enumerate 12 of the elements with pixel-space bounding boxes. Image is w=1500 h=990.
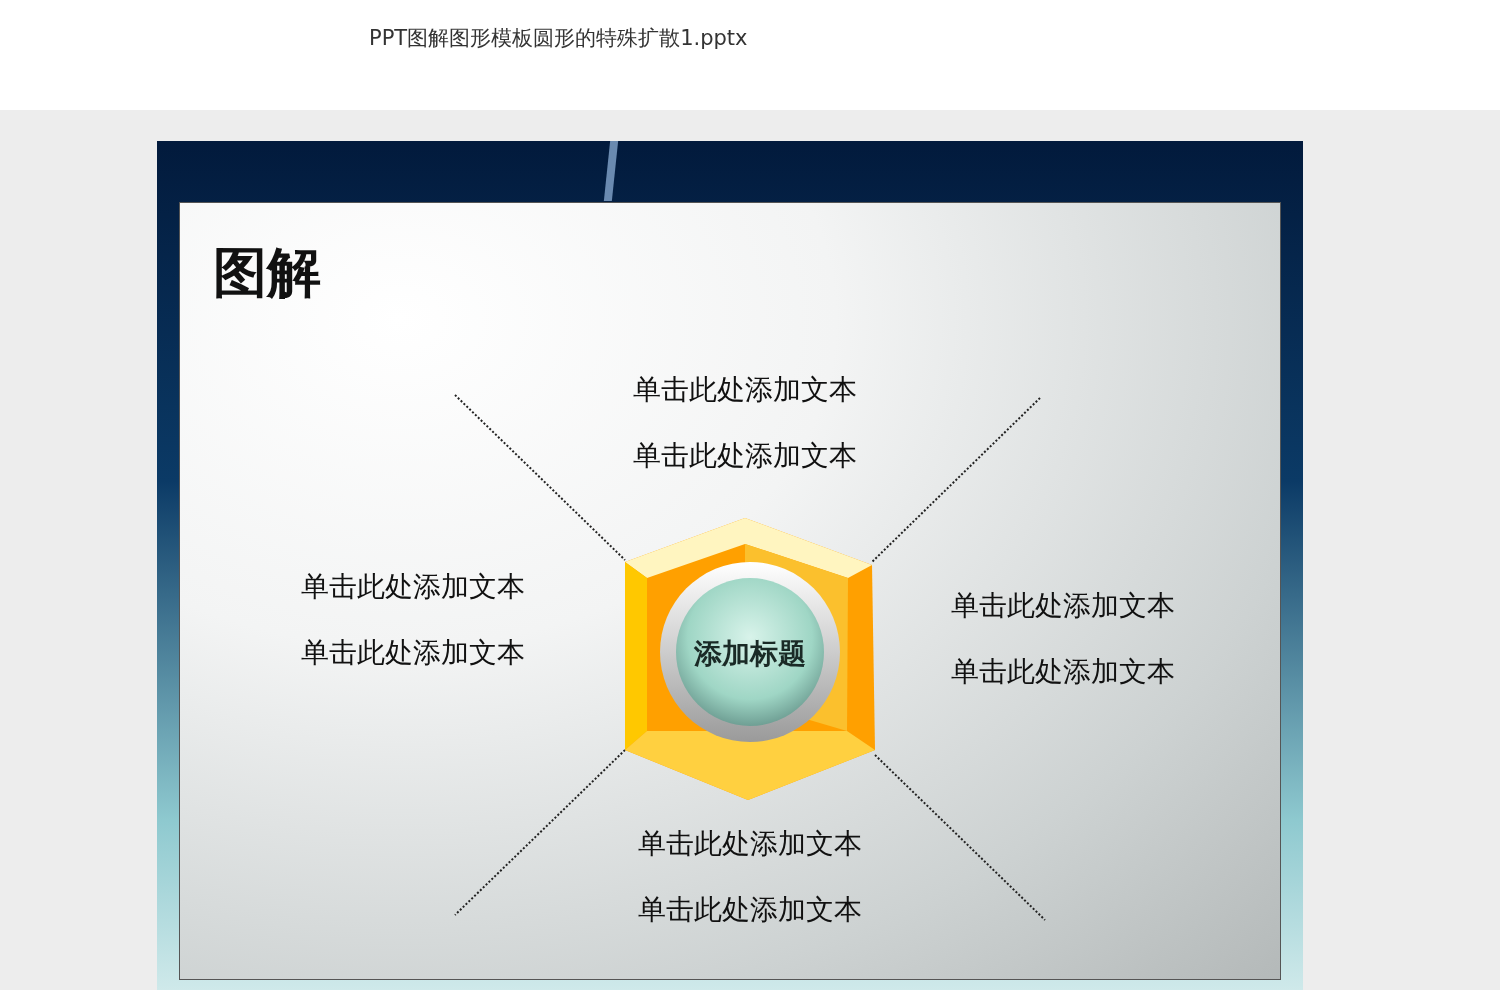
placeholder-text[interactable]: 单击此处添加文本 xyxy=(951,653,1175,691)
placeholder-text[interactable]: 单击此处添加文本 xyxy=(951,587,1175,625)
center-label: 添加标题 xyxy=(693,636,807,672)
slide-title: 图解 xyxy=(213,240,321,306)
background-streak xyxy=(603,141,619,201)
placeholder-text[interactable]: 单击此处添加文本 xyxy=(638,825,862,863)
placeholder-text[interactable]: 单击此处添加文本 xyxy=(633,371,857,409)
document-title: PPT图解图形模板圆形的特殊扩散1.pptx xyxy=(369,25,748,52)
placeholder-text[interactable]: 单击此处添加文本 xyxy=(638,891,862,929)
placeholder-text[interactable]: 单击此处添加文本 xyxy=(301,568,525,606)
placeholder-text[interactable]: 单击此处添加文本 xyxy=(633,437,857,475)
placeholder-text[interactable]: 单击此处添加文本 xyxy=(301,634,525,672)
